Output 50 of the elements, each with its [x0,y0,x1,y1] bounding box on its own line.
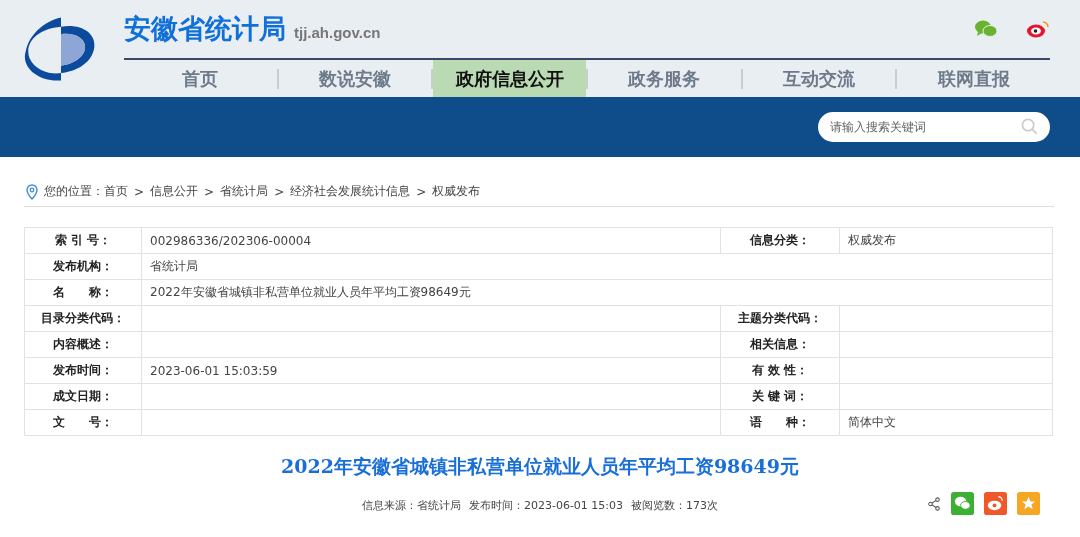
field-label: 有 效 性： [720,357,840,384]
field-label: 发布机构： [24,253,142,280]
field-label: 名 称： [24,279,142,306]
field-value: 简体中文 [848,415,896,429]
field-value: 002986336/202306-00004 [150,233,312,248]
breadcrumb-separator: > [134,184,145,199]
field-label: 信息分类： [720,227,840,254]
field-label: 索 引 号： [24,227,142,254]
location-pin-icon [26,183,38,200]
site-domain: tjj.ah.gov.cn [294,23,381,41]
field-label: 文 号： [24,409,142,436]
article-meta: 发布时间：2023-06-01 15:03 [468,497,624,513]
field-value: 2023-06-01 15:03:59 [150,363,278,378]
wechat-share-icon[interactable] [951,492,974,515]
nav-tab[interactable]: 联网直报 [897,60,1051,97]
nav-tab[interactable]: 互动交流 [742,60,896,97]
field-label: 成文日期： [24,383,142,410]
search-icon[interactable] [1021,118,1038,135]
article-meta: 被阅览数：173次 [631,497,719,513]
field-value: 省统计局 [150,259,198,273]
article-title: 2022年安徽省城镇非私营单位就业人员年平均工资98649元 [280,454,800,479]
field-label: 内容概述： [24,331,142,358]
breadcrumb-link[interactable]: 信息公开 [150,183,199,200]
article-meta: 信息来源：省统计局 [361,497,461,513]
nav-tab[interactable]: 首页 [124,60,277,97]
field-label: 目录分类代码： [24,305,142,332]
breadcrumb-link[interactable]: 经济社会发展统计信息 [290,183,411,200]
nav-tab[interactable]: 数说安徽 [278,60,432,97]
field-label: 发布时间： [24,357,142,384]
site-title: 安徽省统计局 [124,12,286,46]
breadcrumb-separator: > [204,184,215,199]
field-label: 语 种： [720,409,840,436]
weibo-icon[interactable] [1026,19,1050,39]
weibo-share-icon[interactable] [984,492,1007,515]
wechat-icon[interactable] [974,19,998,39]
breadcrumb-link[interactable]: 首页 [104,183,128,200]
field-label: 相关信息： [720,331,840,358]
field-value: 权威发布 [848,233,896,247]
nav-tab[interactable]: 政府信息公开 [433,60,586,97]
breadcrumb-separator: > [274,184,285,199]
field-value: 2022年安徽省城镇非私营单位就业人员年平均工资98649元 [150,285,471,299]
location-label: 您的位置： [44,183,104,200]
breadcrumb-separator: > [416,184,427,199]
breadcrumb-link[interactable]: 权威发布 [432,183,481,200]
field-label: 主题分类代码： [720,305,840,332]
field-label: 关 键 词： [720,383,840,410]
breadcrumb-link[interactable]: 省统计局 [220,183,269,200]
nav-tab[interactable]: 政务服务 [588,60,741,97]
search-field[interactable]: 请输入搜索关键词 [818,112,1050,142]
share-icon[interactable] [927,496,941,511]
